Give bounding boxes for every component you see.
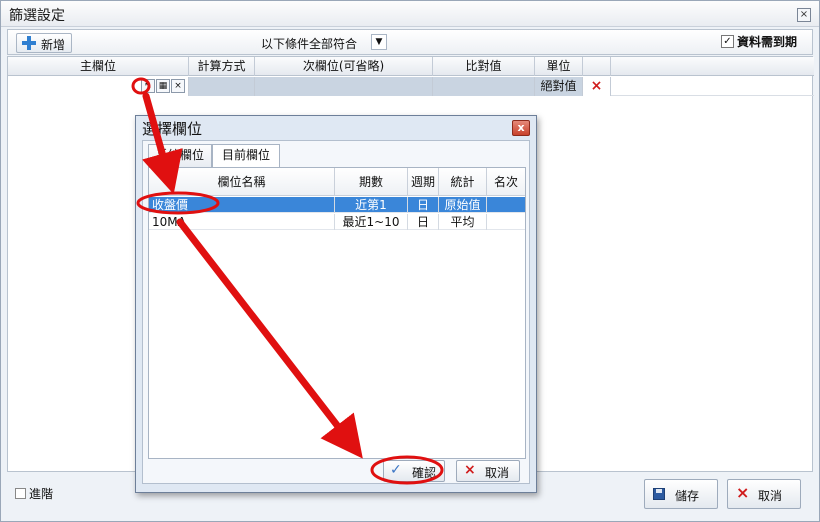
field-period: 近第1 (335, 197, 408, 213)
field-cycle: 日 (408, 197, 439, 213)
col-stat[interactable]: 統計 (439, 168, 487, 196)
plus-icon (22, 36, 36, 50)
dialog-cancel-label: 取消 (485, 466, 510, 480)
col-field-name[interactable]: 欄位名稱 (149, 168, 335, 196)
col-main-field[interactable]: 主欄位 (8, 57, 189, 76)
main-field-cell[interactable]: ↖ ▦ × (8, 77, 189, 96)
expire-checkbox[interactable]: ✓ (721, 35, 734, 48)
col-delete (583, 57, 611, 76)
condition-mode-value: 以下條件全部符合 (261, 37, 358, 51)
add-button[interactable]: 新增 (16, 33, 72, 53)
tab-system-fields[interactable]: 系統欄位 (148, 144, 212, 167)
field-list: 欄位名稱 期數 週期 統計 名次 收盤價 近第1 日 原始值 10MA 最近1~… (148, 167, 526, 459)
window-close-button[interactable]: × (797, 8, 811, 22)
secondary-field-cell[interactable] (255, 77, 433, 96)
col-rank[interactable]: 名次 (487, 168, 525, 196)
chevron-down-icon[interactable]: ▼ (371, 34, 387, 50)
field-name: 收盤價 (149, 197, 335, 213)
select-field-dialog: 選擇欄位 x 系統欄位 目前欄位 欄位名稱 期數 週期 統計 名次 收盤價 近第… (135, 115, 537, 493)
window-title: 篩選設定 (9, 8, 65, 24)
list-item[interactable]: 收盤價 近第1 日 原始值 (149, 197, 525, 213)
condition-mode-select[interactable]: 以下條件全部符合 ▼ (251, 33, 392, 53)
dialog-ok-button[interactable]: ✓ 確認 (383, 460, 445, 482)
calc-method-cell[interactable] (189, 77, 255, 96)
save-button-label: 儲存 (675, 489, 700, 503)
field-stat: 原始值 (439, 197, 487, 213)
table-row[interactable]: ↖ ▦ × 絕對值 × (8, 77, 814, 96)
save-button[interactable]: 儲存 (644, 479, 718, 509)
check-icon: ✓ (390, 462, 402, 478)
list-item[interactable]: 10MA 最近1~10 日 平均 (149, 214, 525, 230)
cancel-button[interactable]: × 取消 (727, 479, 801, 509)
col-compare-value[interactable]: 比對值 (433, 57, 535, 76)
dialog-body: 系統欄位 目前欄位 欄位名稱 期數 週期 統計 名次 收盤價 近第1 日 原始值… (142, 140, 530, 484)
grid-header: 主欄位 計算方式 次欄位(可省略) 比對值 單位 (8, 57, 814, 76)
unit-cell[interactable]: 絕對值 (535, 77, 583, 96)
calendar-icon[interactable]: ▦ (156, 79, 170, 93)
field-period: 最近1~10 (335, 214, 408, 230)
cancel-button-label: 取消 (758, 489, 783, 503)
advanced-checkbox[interactable] (15, 488, 26, 499)
field-cycle: 日 (408, 214, 439, 230)
clear-icon[interactable]: × (171, 79, 185, 93)
field-stat: 平均 (439, 214, 487, 230)
advanced-checkbox-label: 進階 (29, 487, 54, 501)
col-cycle[interactable]: 週期 (408, 168, 439, 196)
col-secondary-field[interactable]: 次欄位(可省略) (255, 57, 433, 76)
pick-field-icon[interactable]: ↖ (141, 79, 155, 93)
title-bar: 篩選設定 × (1, 1, 819, 27)
field-rank (487, 197, 525, 213)
field-name: 10MA (149, 214, 335, 230)
field-rank (487, 214, 525, 230)
tab-current-fields[interactable]: 目前欄位 (212, 144, 280, 168)
close-icon: × (464, 462, 476, 478)
dialog-cancel-button[interactable]: × 取消 (456, 460, 520, 482)
toolbar: 新增 以下條件全部符合 ▼ ✓ 資料需到期 (7, 29, 813, 55)
dialog-title: 選擇欄位 (142, 120, 203, 138)
col-calc-method[interactable]: 計算方式 (189, 57, 255, 76)
col-unit[interactable]: 單位 (535, 57, 583, 76)
col-period[interactable]: 期數 (335, 168, 408, 196)
dialog-close-button[interactable]: x (512, 120, 530, 136)
close-icon: × (736, 483, 750, 502)
delete-row-icon[interactable]: × (583, 77, 611, 96)
add-button-label: 新增 (41, 38, 66, 52)
expire-checkbox-label: 資料需到期 (737, 35, 798, 49)
compare-value-cell[interactable] (433, 77, 535, 96)
save-icon (653, 488, 665, 500)
dialog-ok-label: 確認 (412, 466, 437, 480)
